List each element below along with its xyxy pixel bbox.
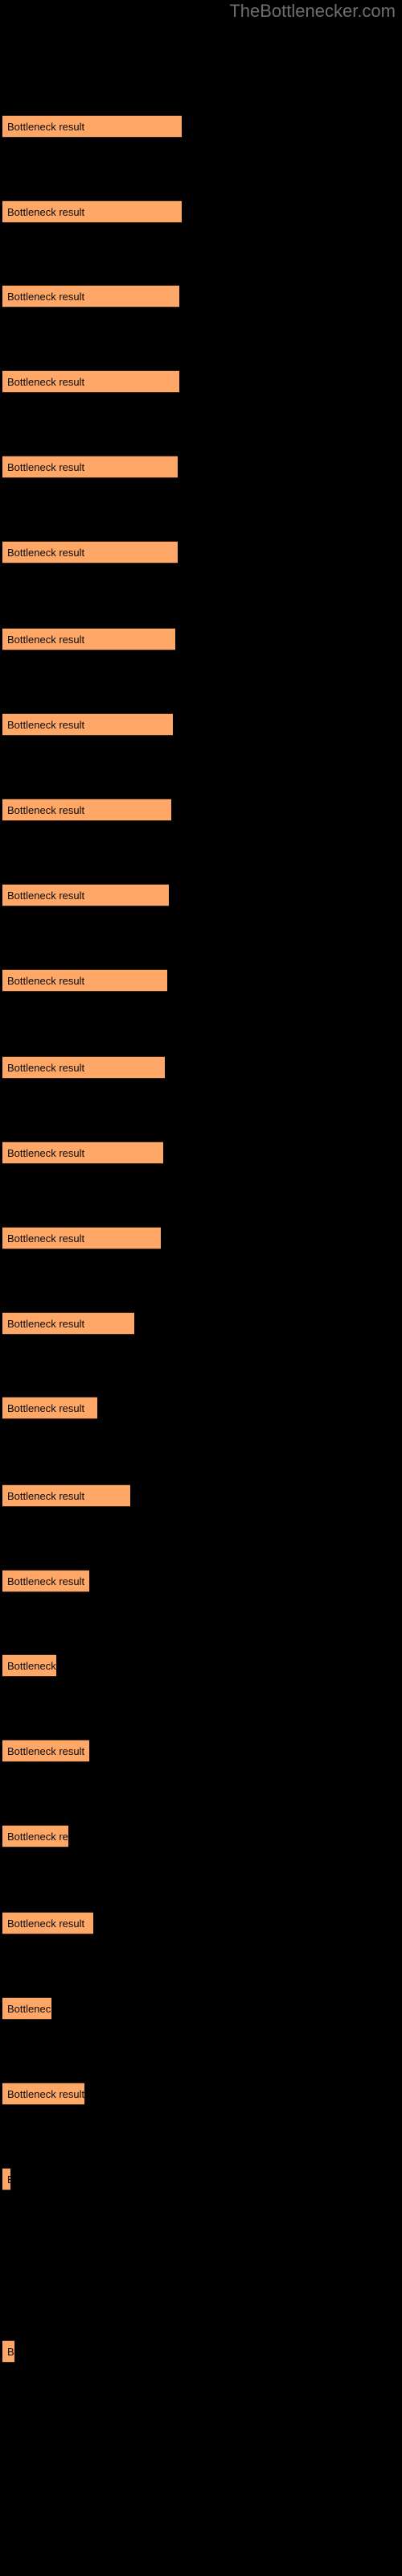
bar: Bottleneck result: [2, 1312, 134, 1335]
bar-label: Bottleneck result: [7, 1402, 85, 1414]
bar-label: Bottleneck result: [7, 461, 85, 473]
bottleneck-chart: TheBottlenecker.com Bottleneck result Bot…: [0, 0, 402, 2576]
bar-label: Bottleneck result: [7, 1232, 85, 1245]
bar: Bottleneck result: [2, 456, 178, 478]
bar-label: Bottleneck result: [7, 634, 85, 646]
bar: Bottleneck result: [2, 2168, 11, 2190]
bar: Bottleneck result: [2, 1912, 93, 1934]
bar-label: Bottleneck result: [7, 890, 85, 902]
bar-series: Bottleneck result Bottleneck result Bottle…: [0, 0, 402, 2576]
bar: Bottleneck result: [2, 2083, 85, 2105]
bar: Bottleneck result: [2, 1570, 89, 1592]
bar: Bottleneck result: [2, 1227, 162, 1249]
bar-label: Bottleneck result: [7, 1660, 56, 1672]
bar-label: Bottleneck result: [7, 1318, 85, 1330]
bar-label: Bottleneck result: [7, 547, 85, 559]
bar-label: Bottleneck result: [7, 2003, 52, 2015]
bar-label: Bottleneck result: [7, 975, 85, 987]
bar: Bottleneck result: [2, 884, 170, 906]
bar: Bottleneck result: [2, 1997, 52, 2020]
bar-label: Bottleneck result: [7, 1147, 85, 1159]
bar-label: Bottleneck result: [7, 2169, 10, 2190]
bar-label: Bottleneck result: [7, 1575, 85, 1587]
bar-label: Bottleneck result: [7, 804, 85, 816]
bar-label: Bottleneck result: [7, 2088, 85, 2100]
bar: Bottleneck result: [2, 1397, 97, 1419]
bar-label: Bottleneck result: [7, 719, 85, 731]
bar: Bottleneck result: [2, 1141, 163, 1164]
bar-label: Bottleneck result: [7, 291, 85, 303]
bar: Bottleneck result: [2, 799, 171, 821]
bar: Bottleneck result: [2, 1825, 68, 1847]
bar: Bottleneck result: [2, 1056, 166, 1079]
bar: Bottleneck result: [2, 1484, 130, 1507]
bar-label: Bottleneck result: [7, 1062, 85, 1074]
bar: Bottleneck result: [2, 1654, 56, 1677]
bar: Bottleneck result: [2, 541, 178, 564]
bar: Bottleneck result: [2, 1740, 89, 1762]
bar-label: Bottleneck result: [7, 2346, 14, 2358]
bar: Bottleneck result: [2, 285, 180, 308]
bar-label: Bottleneck result: [7, 206, 85, 218]
bar: Bottleneck result: [2, 370, 180, 393]
bar: Bottleneck result: [2, 969, 167, 992]
bar-label: Bottleneck result: [7, 1745, 85, 1757]
bar-label: Bottleneck result: [7, 121, 85, 133]
bar-label: Bottleneck result: [7, 376, 85, 388]
bar: Bottleneck result: [2, 628, 176, 650]
bar-label: Bottleneck result: [7, 1490, 85, 1502]
bar-label: Bottleneck result: [7, 1831, 68, 1843]
bar: Bottleneck result: [2, 2340, 15, 2363]
bar: Bottleneck result: [2, 115, 182, 138]
bar: Bottleneck result: [2, 713, 174, 736]
bar: Bottleneck result: [2, 200, 182, 223]
bar-label: Bottleneck result: [7, 1918, 85, 1930]
